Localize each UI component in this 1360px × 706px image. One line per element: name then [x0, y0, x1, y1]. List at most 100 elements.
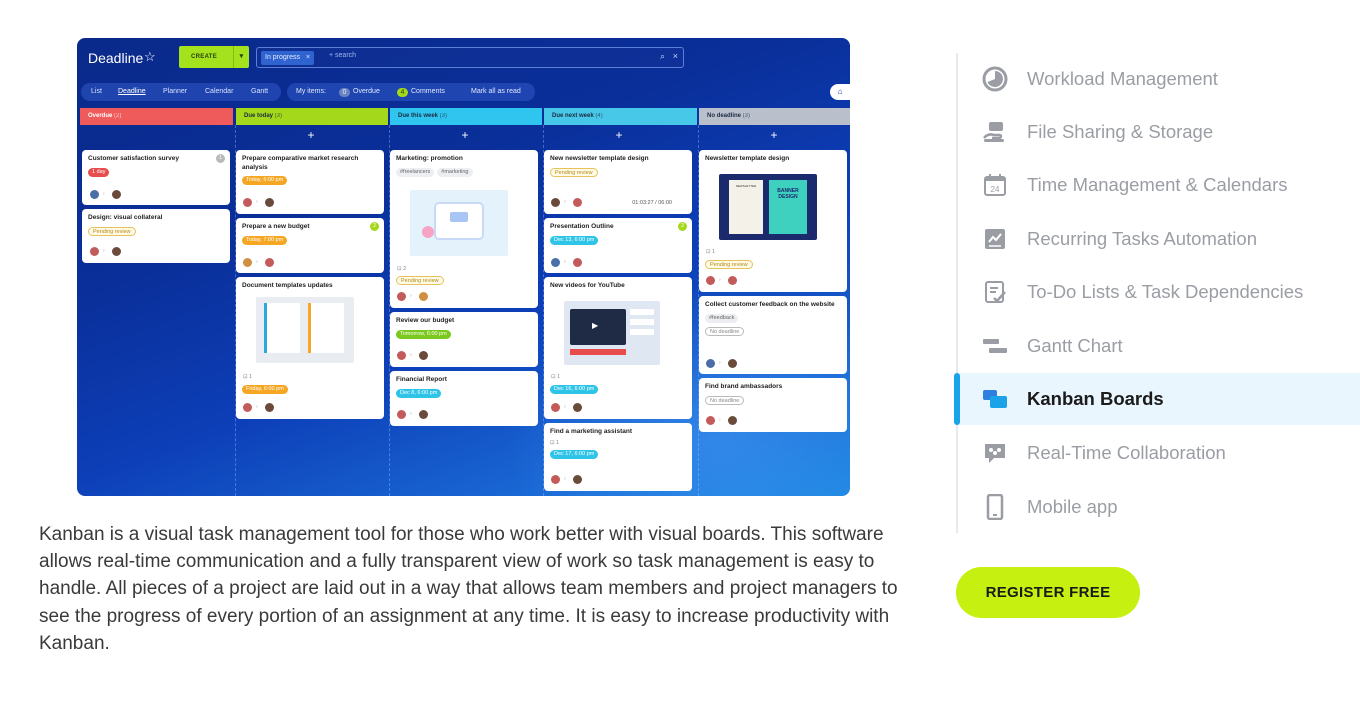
card-title: New newsletter template design	[550, 155, 649, 162]
chevron-down-icon[interactable]: ▾	[233, 46, 249, 68]
register-free-button[interactable]: REGISTER FREE	[956, 567, 1140, 618]
close-icon[interactable]: ×	[673, 51, 678, 61]
feature-item-file-sharing[interactable]: File Sharing & Storage	[958, 106, 1360, 158]
deadline-tag: Dec 17, 6:00 pm	[550, 449, 599, 459]
app-title: Deadline	[88, 50, 144, 66]
avatar	[573, 258, 582, 267]
task-card[interactable]: Find brand ambassadors No deadline ›	[699, 378, 847, 432]
comments-filter[interactable]: Comments	[411, 88, 445, 95]
feature-item-gantt-chart[interactable]: Gantt Chart	[958, 320, 1360, 372]
overdue-count-badge: 0	[339, 88, 350, 97]
chip-close-icon[interactable]: ×	[306, 54, 310, 61]
avatar	[243, 198, 252, 207]
avatar	[728, 359, 737, 368]
comment-badge: 2	[370, 222, 379, 231]
add-card-icon[interactable]: +	[544, 128, 694, 142]
tab-calendar[interactable]: Calendar	[205, 88, 233, 95]
task-card[interactable]: Prepare comparative market research anal…	[236, 150, 384, 214]
avatar	[265, 198, 274, 207]
hashtag: #freelancers	[396, 167, 435, 177]
add-card-icon[interactable]: +	[390, 128, 540, 142]
feature-item-todo-lists[interactable]: To-Do Lists & Task Dependencies	[958, 266, 1360, 318]
deadline-tag: Today, 7:00 pm	[242, 235, 288, 245]
search-bar[interactable]: In progress × + search ⌕ ×	[256, 47, 684, 68]
deadline-tag: Tomorrow, 6:00 pm	[396, 329, 451, 339]
feature-item-recurring-tasks[interactable]: Recurring Tasks Automation	[958, 213, 1360, 265]
column-header-due-this-week: Due this week (3)	[390, 108, 542, 125]
card-title: Find a marketing assistant	[550, 428, 632, 435]
status-tag: No deadline	[705, 395, 745, 405]
task-card[interactable]: Find a marketing assistant ⊡ 1 Dec 17, 6…	[544, 423, 692, 491]
add-card-icon[interactable]: +	[699, 128, 849, 142]
feature-menu: Workload Management File Sharing & Stora…	[954, 53, 1360, 533]
card-title: Financial Report	[396, 376, 447, 383]
avatar	[265, 258, 274, 267]
add-card-icon[interactable]: +	[236, 128, 386, 142]
avatar	[551, 198, 560, 207]
feature-item-time-management[interactable]: 24 Time Management & Calendars	[958, 159, 1360, 211]
feature-label: Workload Management	[1027, 68, 1218, 89]
subtask-count: ⊡ 1	[551, 374, 561, 380]
card-thumbnail	[256, 297, 354, 363]
tab-planner[interactable]: Planner	[163, 88, 187, 95]
task-card[interactable]: Newsletter template design NEWSLETTER BA…	[699, 150, 847, 292]
comments-count-badge: 4	[397, 88, 408, 97]
task-card[interactable]: Prepare a new budget 2 Today, 7:00 pm ›	[236, 218, 384, 273]
create-button[interactable]: CREATE ▾	[179, 46, 249, 68]
tab-list[interactable]: List	[91, 88, 102, 95]
tab-deadline[interactable]: Deadline	[118, 88, 146, 95]
subtask-count: ⊡ 1	[706, 249, 716, 255]
feature-item-workload-management[interactable]: Workload Management	[958, 53, 1360, 105]
avatar	[706, 276, 715, 285]
filter-chip[interactable]: In progress ×	[261, 51, 315, 65]
todo-icon	[985, 281, 1006, 303]
task-card[interactable]: Collect customer feedback on the website…	[699, 296, 847, 374]
favorite-star-icon[interactable]: ☆	[144, 49, 156, 65]
status-tag: Pending review	[550, 167, 598, 177]
card-title: Document templates updates	[242, 282, 333, 289]
feature-item-real-time-collaboration[interactable]: Real-Time Collaboration	[958, 427, 1360, 479]
status-tag: No deadline	[705, 326, 745, 336]
avatar	[265, 403, 274, 412]
card-title: Review our budget	[396, 317, 455, 324]
task-card[interactable]: Marketing: promotion #freelancers #market…	[390, 150, 538, 308]
create-label: CREATE	[191, 54, 218, 60]
task-card[interactable]: Customer satisfaction survey 1 1 day ›	[82, 150, 230, 205]
hashtag: #feedback	[705, 313, 739, 323]
mark-all-read-link[interactable]: Mark all as read	[471, 88, 521, 95]
task-card[interactable]: Financial Report Dec 8, 6:00 pm ›	[390, 371, 538, 426]
task-card[interactable]: New newsletter template design Pending r…	[544, 150, 692, 214]
card-title: Customer satisfaction survey	[88, 155, 180, 162]
overdue-filter[interactable]: Overdue	[353, 88, 380, 95]
task-card[interactable]: Review our budget Tomorrow, 6:00 pm ›	[390, 312, 538, 367]
task-card[interactable]: Design: visual collateral Pending review…	[82, 209, 230, 263]
avatar	[90, 247, 99, 256]
deadline-tag: 1 day	[88, 167, 110, 177]
task-card[interactable]: New videos for YouTube ▶ ⊡ 1 Dec 16, 6:0…	[544, 277, 692, 419]
task-card[interactable]: Document templates updates ⊡ 1 Friday, 6…	[236, 277, 384, 419]
task-card[interactable]: Presentation Outline 2 Dec 13, 6:00 pm ›	[544, 218, 692, 273]
card-thumbnail: ▶	[564, 301, 660, 365]
card-thumbnail	[410, 190, 508, 256]
my-items-bar: My items: 0 Overdue 4 Comments Mark all …	[287, 83, 535, 101]
comment-badge: 2	[678, 222, 687, 231]
search-input[interactable]: + search	[329, 52, 356, 59]
app-topbar: Deadline ☆ CREATE ▾ In progress × + searc…	[77, 38, 850, 78]
comment-badge: 1	[216, 154, 225, 163]
column-header-due-today: Due today (3)	[236, 108, 388, 125]
robot-icon[interactable]: ⌂	[830, 84, 850, 100]
avatar	[419, 351, 428, 360]
feature-label: Gantt Chart	[1027, 335, 1123, 356]
card-title: Newsletter template design	[705, 155, 790, 162]
feature-item-kanban-boards[interactable]: Kanban Boards	[954, 373, 1360, 425]
card-title: Marketing: promotion	[396, 155, 463, 162]
kanban-icon	[983, 390, 1007, 408]
tab-gantt[interactable]: Gantt	[251, 88, 268, 95]
feature-item-mobile-app[interactable]: Mobile app	[958, 481, 1360, 533]
avatar	[551, 258, 560, 267]
subtask-count: ⊡ 2	[397, 266, 407, 272]
status-tag: Pending review	[396, 276, 444, 285]
column-header-overdue: Overdue (2)	[80, 108, 233, 125]
time-tracker: 01:03:27 / 06:00	[632, 200, 672, 206]
search-icon[interactable]: ⌕	[660, 51, 665, 62]
